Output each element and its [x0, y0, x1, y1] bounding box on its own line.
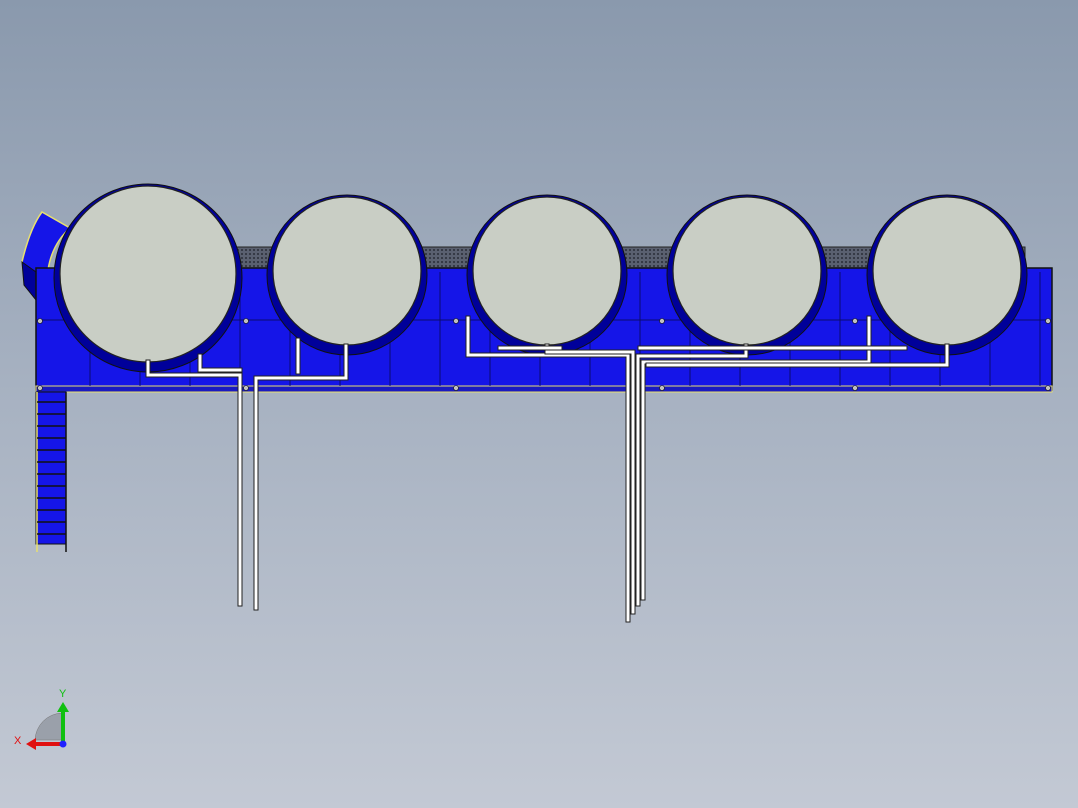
- triad-z-origin: [59, 740, 67, 748]
- bolt: [659, 318, 665, 324]
- cad-viewport[interactable]: [0, 0, 1078, 808]
- tank-4: [672, 196, 822, 346]
- bolt: [243, 318, 249, 324]
- tank-3: [472, 196, 622, 346]
- triad-y-arrow: [57, 702, 69, 712]
- bolt: [659, 385, 665, 391]
- bolt: [852, 318, 858, 324]
- access-ladder: [35, 391, 67, 552]
- bolt: [37, 385, 43, 391]
- bolt: [243, 385, 249, 391]
- tank-5: [872, 196, 1022, 346]
- pipe-outline: [640, 315, 872, 601]
- pipe-run: [146, 360, 242, 606]
- triad-x-arrow: [26, 738, 36, 750]
- pipe-outline: [145, 359, 243, 607]
- triad-arc: [34, 712, 63, 741]
- bolt: [852, 385, 858, 391]
- axis-triad: X Y: [14, 688, 69, 750]
- tank-1: [59, 185, 237, 363]
- bolt: [37, 318, 43, 324]
- bolt: [1045, 385, 1051, 391]
- triad-y-label: Y: [59, 688, 67, 700]
- bolt: [453, 318, 459, 324]
- hull-bottom-rail: [35, 385, 1053, 393]
- tank-2: [272, 196, 422, 346]
- bolt: [453, 385, 459, 391]
- bolt: [1045, 318, 1051, 324]
- triad-x-label: X: [14, 735, 22, 747]
